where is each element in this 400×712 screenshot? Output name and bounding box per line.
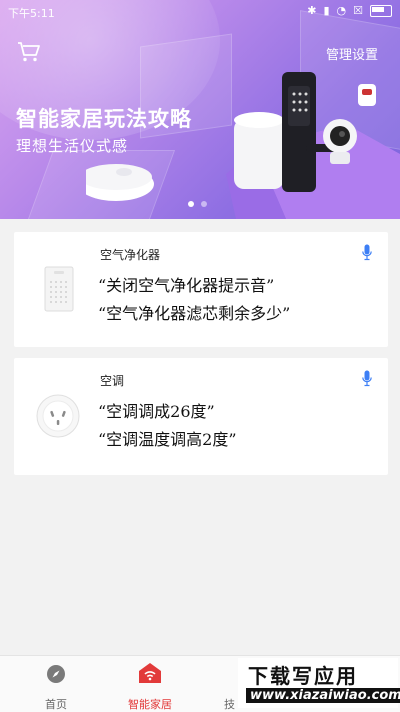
device-name: 空调: [100, 374, 125, 388]
voice-command[interactable]: “关闭空气净化器提示音”: [98, 272, 274, 296]
watermark-url: www.xiazaiwiao.com: [246, 688, 400, 703]
banner-subtitle: 理想生活仪式感: [16, 137, 129, 155]
status-bar: 下午5:11 ✱ ▮ ◔ ☒: [0, 0, 400, 22]
tab-label: 首页: [45, 698, 67, 711]
tab-label: 智能家居: [128, 698, 172, 711]
air-purifier-image: [44, 266, 74, 312]
voice-command[interactable]: “空调调成26度”: [98, 398, 215, 422]
banner-title: 智能家居玩法攻略: [16, 107, 192, 131]
cart-icon[interactable]: [17, 41, 41, 63]
tab-home[interactable]: 首页: [16, 656, 96, 712]
wifi-icon: ◔: [336, 4, 347, 17]
tab-smart-home[interactable]: 智能家居: [110, 656, 190, 712]
device-card-air-purifier[interactable]: 空气净化器 “关闭空气净化器提示音” “空气净化器滤芯剩余多少”: [14, 232, 388, 347]
watermark-title: 下载写应用: [248, 664, 358, 688]
banner-pager: [188, 201, 207, 207]
signal-icon: ▮: [323, 4, 330, 17]
manage-settings-link[interactable]: 管理设置: [326, 44, 378, 63]
sim-icon: ☒: [353, 4, 363, 17]
status-icons: ✱ ▮ ◔ ☒: [307, 4, 392, 17]
compass-icon: [47, 665, 65, 683]
smart-home-icon: [139, 663, 161, 683]
device-card-air-conditioner[interactable]: 空调 “空调调成26度” “空调温度调高2度”: [14, 358, 388, 475]
device-name: 空气净化器: [100, 248, 161, 262]
status-time: 下午5:11: [8, 7, 55, 20]
pager-dot[interactable]: [201, 201, 207, 207]
ac-socket-image: [36, 394, 80, 438]
site-watermark: 下载写应用 www.xiazaiwiao.com: [238, 658, 400, 708]
promo-banner[interactable]: 下午5:11 ✱ ▮ ◔ ☒ 管理设置 智能家居玩法攻略 理想生活仪式感: [0, 0, 400, 219]
voice-command[interactable]: “空调温度调高2度”: [98, 426, 237, 450]
pager-dot-active[interactable]: [188, 201, 194, 207]
microphone-icon[interactable]: [362, 244, 372, 262]
voice-command[interactable]: “空气净化器滤芯剩余多少”: [98, 300, 290, 324]
battery-icon: [370, 4, 392, 17]
bluetooth-icon: ✱: [307, 4, 317, 17]
microphone-icon[interactable]: [362, 370, 372, 388]
smart-devices-illustration: [86, 72, 400, 219]
